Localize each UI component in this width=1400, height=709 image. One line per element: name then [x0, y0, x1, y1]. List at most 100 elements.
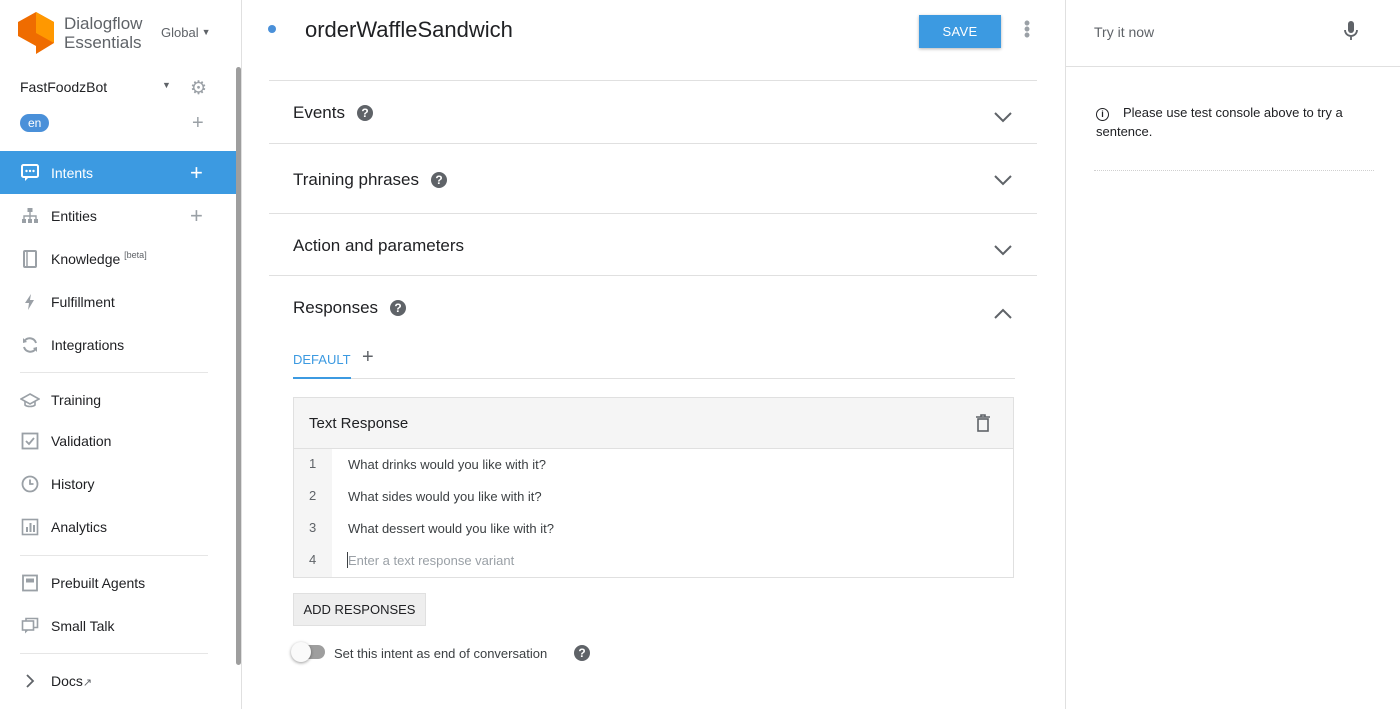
priority-dot[interactable] [268, 25, 276, 33]
help-icon[interactable]: ? [390, 300, 407, 316]
try-it-bar [1066, 0, 1400, 67]
add-tab-icon[interactable]: + [362, 346, 374, 369]
response-text[interactable]: What dessert would you like with it? [348, 521, 554, 536]
section-events[interactable]: Events? [269, 80, 1037, 143]
row-number: 1 [294, 449, 332, 481]
microphone-icon[interactable] [1343, 20, 1359, 42]
info-icon: i [1096, 108, 1109, 121]
more-vert-icon[interactable]: • • • [1022, 14, 1032, 44]
try-it-input[interactable] [1094, 22, 1324, 42]
sync-icon [20, 335, 40, 355]
caret-down-icon: ▼ [162, 80, 171, 90]
book-icon [20, 249, 40, 269]
chevron-up-icon[interactable] [993, 308, 1013, 320]
text-response-header: Text Response [294, 398, 1013, 449]
intent-topbar: orderWaffleSandwich SAVE • • • [242, 0, 1064, 67]
gear-icon[interactable]: ⚙ [190, 77, 207, 100]
section-title: Training phrases? [293, 170, 447, 190]
sidebar-item-label: Fulfillment [51, 293, 115, 310]
sidebar-item-entities[interactable]: Entities + [0, 194, 237, 237]
section-training-phrases[interactable]: Training phrases? [269, 143, 1037, 213]
sidebar-item-knowledge[interactable]: Knowledge [beta] [0, 237, 237, 280]
docs-label: Docs [51, 672, 83, 689]
training-phrases-title: Training phrases [293, 170, 419, 189]
sidebar-item-validation[interactable]: Validation [0, 419, 237, 462]
sidebar-item-label: History [51, 475, 95, 492]
language-chip[interactable]: en [20, 114, 50, 132]
text-response-title: Text Response [309, 415, 409, 432]
chat-bubbles-icon [20, 616, 40, 636]
sidebar-item-label: Integrations [51, 336, 125, 353]
agent-box-icon [20, 573, 40, 593]
sidebar-item-label: Training [51, 391, 102, 408]
sidebar-item-training[interactable]: Training [0, 378, 237, 421]
sidebar-item-integrations[interactable]: Integrations [0, 323, 237, 366]
section-action-parameters[interactable]: Action and parameters [269, 213, 1037, 275]
add-language-icon[interactable]: + [192, 112, 204, 135]
brand-header: Dialogflow Essentials Global ▼ [0, 0, 242, 67]
response-row[interactable]: 2 What sides would you like with it? [294, 481, 1013, 513]
events-title: Events [293, 103, 345, 122]
row-number: 3 [294, 513, 332, 545]
new-response-input[interactable] [348, 548, 988, 572]
trash-icon[interactable] [975, 414, 991, 432]
section-title: Responses? [293, 298, 407, 318]
section-responses[interactable]: Responses? [269, 275, 1037, 335]
add-entity-icon[interactable]: + [190, 203, 203, 229]
bar-chart-icon [20, 517, 40, 537]
sidebar-item-label: Small Talk [51, 617, 115, 634]
help-icon[interactable]: ? [356, 105, 373, 121]
save-button[interactable]: SAVE [919, 15, 1001, 48]
region-selector[interactable]: Global ▼ [161, 25, 211, 40]
response-row[interactable]: 3 What dessert would you like with it? [294, 513, 1013, 545]
sidebar-divider [20, 653, 208, 654]
help-icon[interactable]: ? [574, 645, 590, 661]
sidebar-divider [20, 372, 208, 373]
sidebar-item-label: Validation [51, 432, 112, 449]
dialogflow-logo [18, 12, 54, 54]
row-number: 4 [294, 545, 332, 577]
sidebar-divider [20, 555, 208, 556]
sidebar-item-label: Entities [51, 207, 97, 224]
sidebar-item-analytics[interactable]: Analytics [0, 505, 237, 548]
language-row: en + [20, 112, 220, 135]
tab-default[interactable]: DEFAULT [293, 352, 351, 379]
sidebar-item-fulfillment[interactable]: Fulfillment [0, 280, 237, 323]
agent-name: FastFoodzBot [20, 79, 108, 95]
add-responses-button[interactable]: ADD RESPONSES [293, 593, 426, 626]
lightning-icon [20, 292, 40, 312]
sidebar-item-prebuilt-agents[interactable]: Prebuilt Agents [0, 561, 237, 604]
hierarchy-icon [20, 206, 40, 226]
sidebar-item-docs[interactable]: Docs↗ [0, 659, 237, 702]
clock-icon [20, 474, 40, 494]
dialogflow-app: Dialogflow Essentials Global ▼ FastFoodzB… [0, 0, 1400, 709]
text-response-card: Text Response 1 What drinks would you li… [293, 397, 1014, 578]
intent-name[interactable]: orderWaffleSandwich [305, 17, 513, 43]
agent-selector[interactable]: FastFoodzBot ▼ ⚙ [20, 77, 220, 100]
test-console: iPlease use test console above to try a … [1065, 0, 1400, 709]
chevron-down-icon[interactable] [993, 174, 1013, 186]
sidebar: Dialogflow Essentials Global ▼ FastFoodzB… [0, 0, 242, 709]
chat-icon [20, 163, 40, 183]
section-title: Action and parameters [293, 236, 465, 255]
chevron-down-icon[interactable] [993, 111, 1013, 123]
response-row[interactable]: 1 What drinks would you like with it? [294, 449, 1013, 481]
text-cursor [347, 552, 348, 568]
checkbox-icon [20, 431, 40, 451]
response-text[interactable]: What drinks would you like with it? [348, 457, 546, 472]
response-text[interactable]: What sides would you like with it? [348, 489, 542, 504]
end-conversation-toggle[interactable] [291, 642, 325, 662]
response-tabs: DEFAULT + [293, 346, 1015, 379]
responses-title: Responses [293, 298, 379, 317]
console-divider [1094, 170, 1374, 171]
chevron-right-icon [20, 671, 40, 691]
help-icon[interactable]: ? [431, 172, 447, 188]
chevron-down-icon[interactable] [993, 244, 1013, 256]
response-row[interactable]: 4 [294, 545, 1013, 577]
add-intent-icon[interactable]: + [190, 160, 203, 186]
sidebar-scrollbar[interactable] [236, 67, 241, 665]
sidebar-item-intents[interactable]: Intents + [0, 151, 237, 194]
sidebar-item-history[interactable]: History [0, 462, 237, 505]
knowledge-label: Knowledge [51, 251, 121, 267]
sidebar-item-small-talk[interactable]: Small Talk [0, 604, 237, 647]
